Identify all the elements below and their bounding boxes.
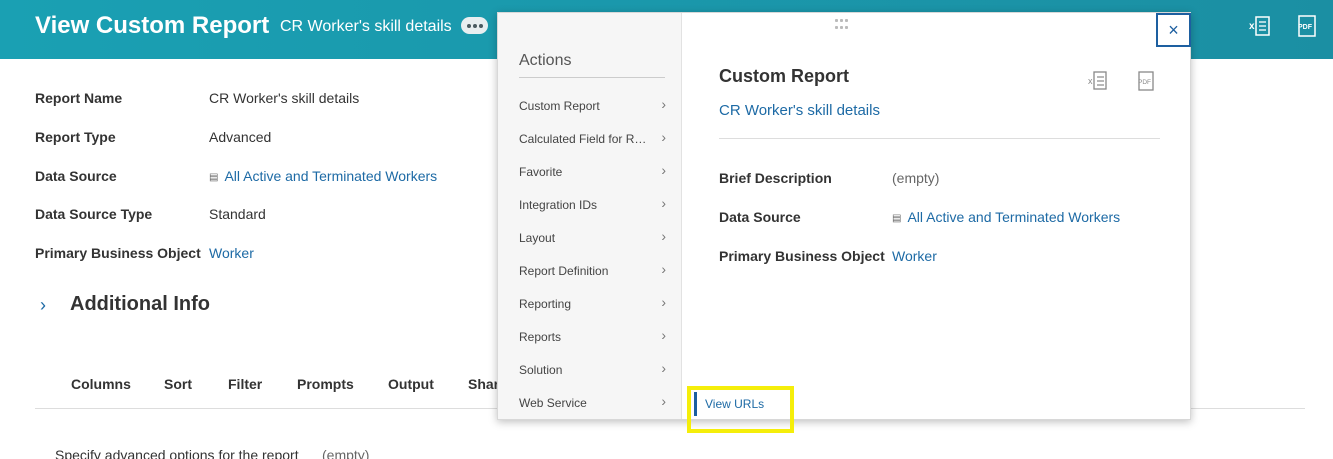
data-source-icon: ▤: [892, 213, 902, 224]
report-name-label: Report Name: [35, 90, 123, 106]
detail-primary-business-object-label: Primary Business Object: [719, 248, 885, 264]
chevron-right-icon: ›: [661, 228, 666, 244]
chevron-right-icon: ›: [661, 195, 666, 211]
chevron-right-icon: ›: [661, 393, 666, 409]
chevron-right-icon: ›: [661, 129, 666, 145]
actions-menu: Actions Custom Report › Calculated Field …: [498, 13, 682, 419]
chevron-right-icon: ›: [661, 96, 666, 112]
menu-item-favorite[interactable]: Favorite ›: [519, 161, 669, 183]
report-subtitle: CR Worker's skill details: [280, 18, 452, 35]
tab-prompts[interactable]: Prompts: [297, 376, 354, 392]
tab-columns[interactable]: Columns: [71, 376, 131, 392]
data-source-label: Data Source: [35, 168, 117, 184]
export-to-excel-icon[interactable]: x: [1088, 70, 1108, 92]
brief-description-label: Brief Description: [719, 170, 832, 186]
related-actions-popup: Actions Custom Report › Calculated Field …: [497, 12, 1191, 420]
report-type-value: Advanced: [209, 129, 272, 145]
highlight-box: [687, 386, 794, 433]
data-source-value[interactable]: ▤ All Active and Terminated Workers: [209, 168, 437, 184]
tab-filter[interactable]: Filter: [228, 376, 262, 392]
related-actions-icon[interactable]: [461, 17, 488, 34]
export-to-pdf-icon[interactable]: PDF: [1296, 14, 1318, 38]
menu-item-report-definition[interactable]: Report Definition ›: [519, 260, 669, 282]
data-source-type-value: Standard: [209, 206, 266, 222]
svg-text:x: x: [1249, 21, 1255, 32]
chevron-right-icon: ›: [661, 162, 666, 178]
chevron-right-icon[interactable]: ›: [40, 295, 46, 316]
drag-handle-icon[interactable]: [835, 19, 851, 31]
chevron-right-icon: ›: [661, 294, 666, 310]
data-source-icon: ▤: [209, 172, 219, 183]
chevron-right-icon: ›: [661, 261, 666, 277]
menu-item-layout[interactable]: Layout ›: [519, 227, 669, 249]
detail-divider: [719, 138, 1160, 139]
menu-item-reports[interactable]: Reports ›: [519, 326, 669, 348]
brief-description-value: (empty): [892, 170, 940, 186]
page-title: View Custom Report: [35, 12, 270, 39]
detail-data-source-value[interactable]: ▤ All Active and Terminated Workers: [892, 209, 1120, 225]
additional-info-title[interactable]: Additional Info: [70, 293, 210, 316]
actions-menu-heading: Actions: [519, 52, 572, 69]
menu-item-reporting[interactable]: Reporting ›: [519, 293, 669, 315]
report-name-value: CR Worker's skill details: [209, 90, 360, 106]
tab-output[interactable]: Output: [388, 376, 434, 392]
menu-divider: [519, 77, 665, 78]
primary-business-object-link[interactable]: Worker: [209, 245, 254, 261]
menu-item-custom-report[interactable]: Custom Report ›: [519, 95, 669, 117]
svg-text:PDF: PDF: [1298, 24, 1313, 31]
detail-title: Custom Report: [719, 66, 849, 86]
chevron-right-icon: ›: [661, 327, 666, 343]
menu-item-integration-ids[interactable]: Integration IDs ›: [519, 194, 669, 216]
menu-item-web-service[interactable]: Web Service ›: [519, 392, 669, 414]
detail-primary-business-object-link[interactable]: Worker: [892, 248, 937, 264]
detail-report-link[interactable]: CR Worker's skill details: [719, 102, 880, 119]
advanced-options-value: (empty): [322, 447, 370, 459]
svg-text:PDF: PDF: [1138, 79, 1151, 86]
svg-text:x: x: [1088, 76, 1093, 86]
chevron-right-icon: ›: [661, 360, 666, 376]
tab-share[interactable]: Shar: [468, 376, 499, 392]
menu-item-calculated-field[interactable]: Calculated Field for Re... ›: [519, 128, 669, 150]
advanced-options-label: Specify advanced options for the report: [55, 447, 299, 459]
primary-business-object-label: Primary Business Object: [35, 245, 201, 261]
close-button[interactable]: ×: [1156, 13, 1191, 47]
menu-item-solution[interactable]: Solution ›: [519, 359, 669, 381]
detail-data-source-link[interactable]: All Active and Terminated Workers: [907, 209, 1120, 225]
export-to-excel-icon[interactable]: x: [1249, 14, 1271, 38]
data-source-type-label: Data Source Type: [35, 206, 153, 222]
detail-data-source-label: Data Source: [719, 209, 801, 225]
data-source-link[interactable]: All Active and Terminated Workers: [224, 168, 437, 184]
export-to-pdf-icon[interactable]: PDF: [1136, 70, 1156, 92]
report-type-label: Report Type: [35, 129, 116, 145]
tab-sort[interactable]: Sort: [164, 376, 192, 392]
